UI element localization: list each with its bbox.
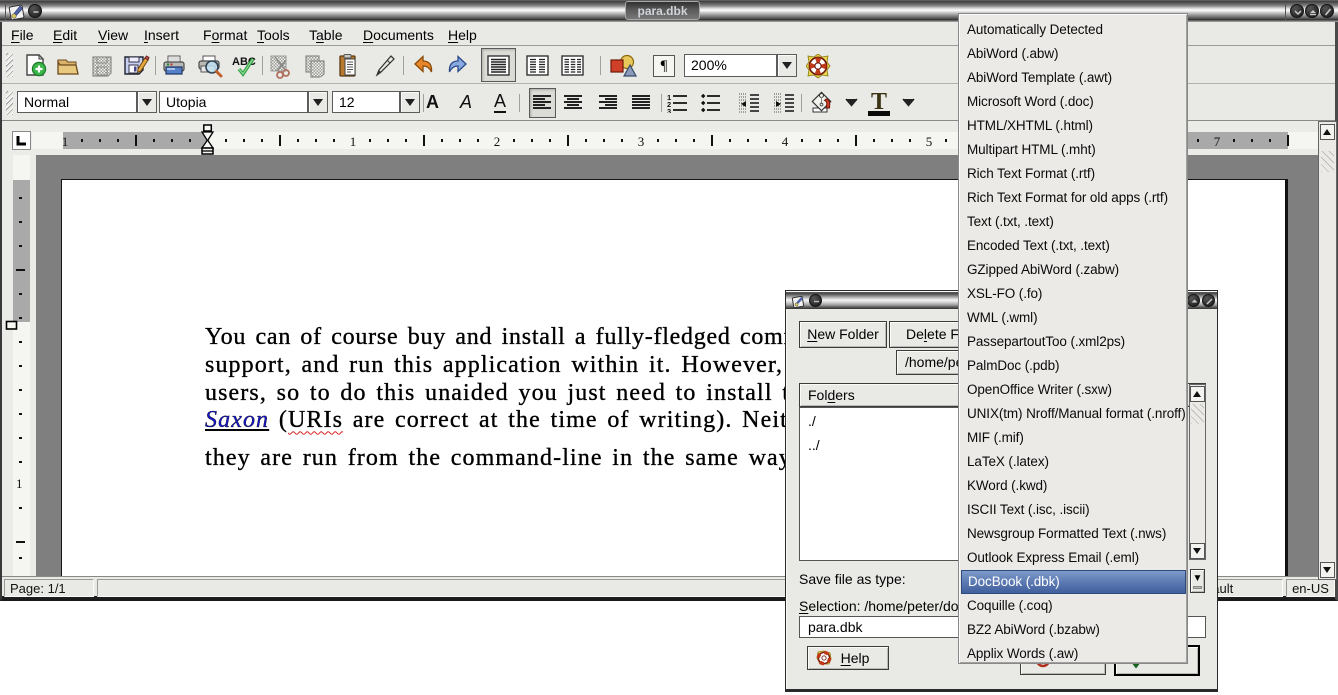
svg-text:3: 3 bbox=[667, 107, 671, 113]
